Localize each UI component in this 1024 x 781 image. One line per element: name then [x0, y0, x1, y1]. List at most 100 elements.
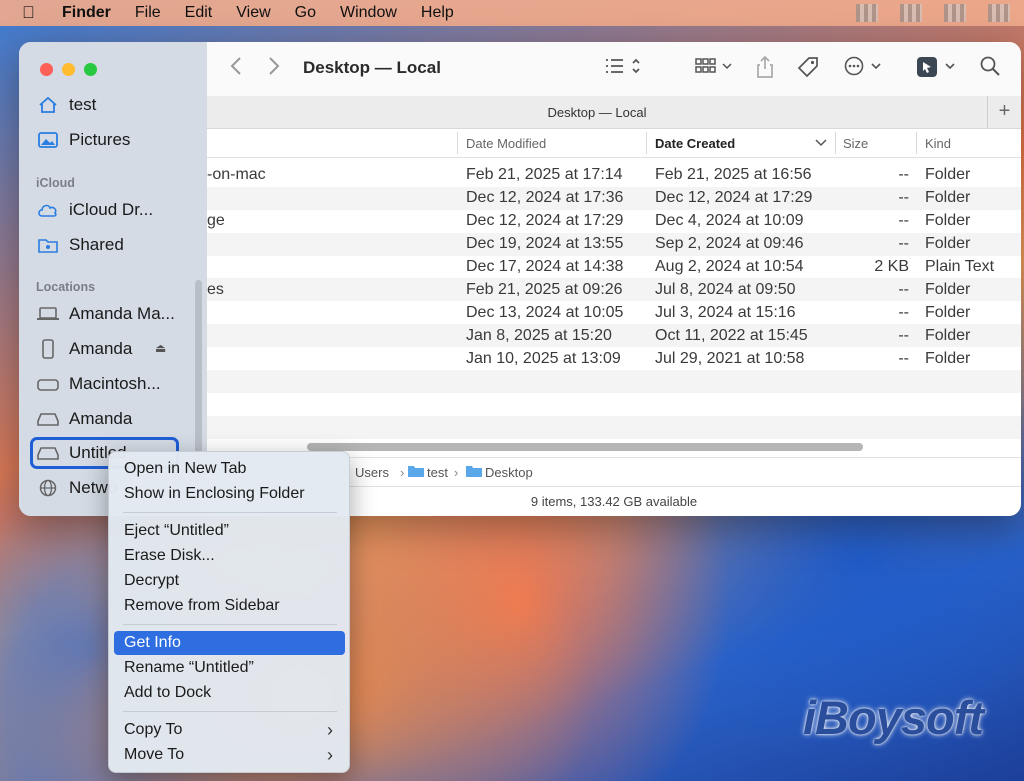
menu-item-move-to[interactable]: Move To › — [114, 743, 345, 767]
external-disk-icon — [37, 409, 59, 429]
sidebar-item-icloud-drive[interactable]: iCloud Dr... — [37, 195, 153, 225]
menu-item-eject[interactable]: Eject “Untitled” — [114, 519, 345, 543]
path-desktop[interactable]: Desktop — [485, 465, 533, 480]
menu-item-copy-to[interactable]: Copy To › — [114, 718, 345, 742]
tab-bar: Desktop — Local + — [207, 96, 1021, 129]
menu-edit[interactable]: Edit — [185, 4, 213, 22]
menu-view[interactable]: View — [236, 4, 270, 22]
pictures-icon — [37, 130, 59, 150]
share-icon[interactable] — [756, 55, 774, 83]
file-size: -- — [898, 189, 909, 207]
menu-finder[interactable]: Finder — [62, 4, 111, 22]
status-item-icon[interactable] — [944, 4, 966, 22]
table-row[interactable]: Jan 8, 2025 at 15:20 Oct 11, 2022 at 15:4… — [207, 324, 1021, 348]
menu-item-decrypt[interactable]: Decrypt — [114, 569, 345, 593]
file-size: -- — [898, 166, 909, 184]
menu-item-add-dock[interactable]: Add to Dock — [114, 681, 345, 705]
menu-go[interactable]: Go — [295, 4, 316, 22]
menu-item-get-info[interactable]: Get Info — [114, 631, 345, 655]
network-icon — [37, 478, 59, 498]
empty-row — [207, 415, 1021, 439]
sidebar-scrollbar[interactable] — [195, 280, 202, 458]
horizontal-scrollbar[interactable] — [307, 443, 863, 451]
table-row[interactable]: Dec 12, 2024 at 17:36 Dec 12, 2024 at 17:… — [207, 186, 1021, 210]
column-size[interactable]: Size — [843, 136, 868, 151]
toolbar: Desktop — Local — [207, 42, 1021, 96]
file-kind: Plain Text — [925, 258, 995, 275]
tag-icon[interactable] — [797, 56, 819, 83]
minimize-window-button[interactable] — [62, 63, 75, 76]
path-test[interactable]: test — [427, 465, 448, 480]
table-row[interactable]: ge Dec 12, 2024 at 17:29 Dec 4, 2024 at 10… — [207, 210, 1021, 233]
watermark-logo: iBoysoft — [803, 691, 984, 744]
column-date-modified[interactable]: Date Modified — [466, 136, 546, 151]
path-users[interactable]: Users — [355, 465, 389, 480]
table-row[interactable]: Dec 13, 2024 at 10:05 Jul 3, 2024 at 15:1… — [207, 301, 1021, 324]
sidebar-item-label: iCloud Dr... — [69, 200, 154, 219]
sidebar-item-label: Shared — [69, 235, 124, 254]
sidebar-section-locations: Locations — [36, 280, 96, 294]
menu-window[interactable]: Window — [340, 4, 397, 22]
file-kind: Folder — [925, 189, 971, 207]
close-window-button[interactable] — [40, 63, 53, 76]
column-date-created[interactable]: Date Created — [655, 136, 735, 151]
status-item-icon[interactable] — [856, 4, 878, 22]
back-icon[interactable] — [229, 56, 243, 81]
disk-icon — [37, 374, 59, 394]
sidebar-item-label: Pictures — [69, 130, 131, 149]
sidebar-item-amanda-drive[interactable]: Amanda — [37, 404, 132, 434]
eject-icon[interactable]: ⏏ — [155, 341, 166, 355]
context-menu: Open in New Tab Show in Enclosing Folder… — [108, 451, 350, 773]
menu-help[interactable]: Help — [421, 4, 454, 22]
group-view-icon[interactable] — [695, 56, 735, 81]
sidebar-item-network[interactable]: Netwo — [37, 473, 117, 503]
table-row[interactable]: -on-mac Feb 21, 2025 at 17:14 Feb 21, 2025… — [207, 164, 1021, 187]
table-row[interactable]: Jan 10, 2025 at 13:09 Jul 29, 2021 at 10:… — [207, 347, 1021, 370]
table-row[interactable]: Dec 19, 2024 at 13:55 Sep 2, 2024 at 09:4… — [207, 232, 1021, 256]
window-controls — [40, 63, 97, 76]
sidebar-item-pictures[interactable]: Pictures — [37, 125, 130, 155]
app-icon[interactable] — [916, 56, 960, 83]
table-row[interactable]: es Feb 21, 2025 at 09:26 Jul 8, 2024 at 09… — [207, 278, 1021, 302]
file-list: -on-mac Feb 21, 2025 at 17:14 Feb 21, 2025… — [207, 164, 1021, 439]
sidebar-item-label: Amanda Ma... — [69, 304, 175, 323]
list-view-icon[interactable] — [605, 56, 647, 81]
status-item-icon[interactable] — [988, 4, 1010, 22]
menu-separator — [123, 512, 337, 513]
finder-window: test Pictures iCloud iCloud Dr... Shared… — [19, 42, 1021, 516]
sidebar-item-amanda-mac[interactable]: Amanda Ma... — [37, 299, 175, 329]
table-row[interactable]: Dec 17, 2024 at 14:38 Aug 2, 2024 at 10:5… — [207, 256, 1021, 279]
sidebar-item-amanda-phone[interactable]: Amanda — [37, 334, 132, 364]
menu-item-erase-disk[interactable]: Erase Disk... — [114, 544, 345, 568]
date-modified: Feb 21, 2025 at 17:14 — [466, 166, 623, 184]
apple-menu-icon[interactable]:  — [22, 3, 40, 23]
menu-file[interactable]: File — [135, 4, 161, 22]
empty-row — [207, 370, 1021, 393]
new-tab-button[interactable]: + — [987, 96, 1021, 128]
date-created: Aug 2, 2024 at 10:54 — [655, 258, 804, 275]
zoom-window-button[interactable] — [84, 63, 97, 76]
sidebar-item-label: Macintosh... — [69, 374, 161, 393]
sidebar-item-shared[interactable]: Shared — [37, 230, 124, 260]
search-icon[interactable] — [980, 56, 1000, 81]
file-size: -- — [898, 212, 909, 230]
date-created: Jul 8, 2024 at 09:50 — [655, 280, 796, 298]
menu-item-rename[interactable]: Rename “Untitled” — [114, 656, 345, 680]
menu-item-remove-sidebar[interactable]: Remove from Sidebar — [114, 594, 345, 618]
sidebar-item-label: Amanda — [69, 409, 133, 428]
column-kind[interactable]: Kind — [925, 136, 951, 151]
menu-item-show-enclosing[interactable]: Show in Enclosing Folder — [114, 482, 345, 506]
date-modified: Dec 13, 2024 at 10:05 — [466, 303, 624, 321]
status-item-icon[interactable] — [900, 4, 922, 22]
tab-desktop[interactable]: Desktop — Local — [207, 105, 987, 120]
sidebar-item-label: Amanda — [69, 339, 133, 358]
sort-chevron-icon[interactable] — [815, 136, 827, 151]
forward-icon[interactable] — [267, 56, 281, 81]
menu-item-open-new-tab[interactable]: Open in New Tab — [114, 457, 345, 481]
phone-icon — [37, 339, 59, 359]
date-created: Feb 21, 2025 at 16:56 — [655, 166, 812, 184]
sidebar-item-macintosh[interactable]: Macintosh... — [37, 369, 161, 399]
menu-item-label: Copy To — [124, 721, 183, 738]
more-actions-icon[interactable] — [844, 56, 884, 81]
sidebar-item-test[interactable]: test — [37, 90, 96, 120]
